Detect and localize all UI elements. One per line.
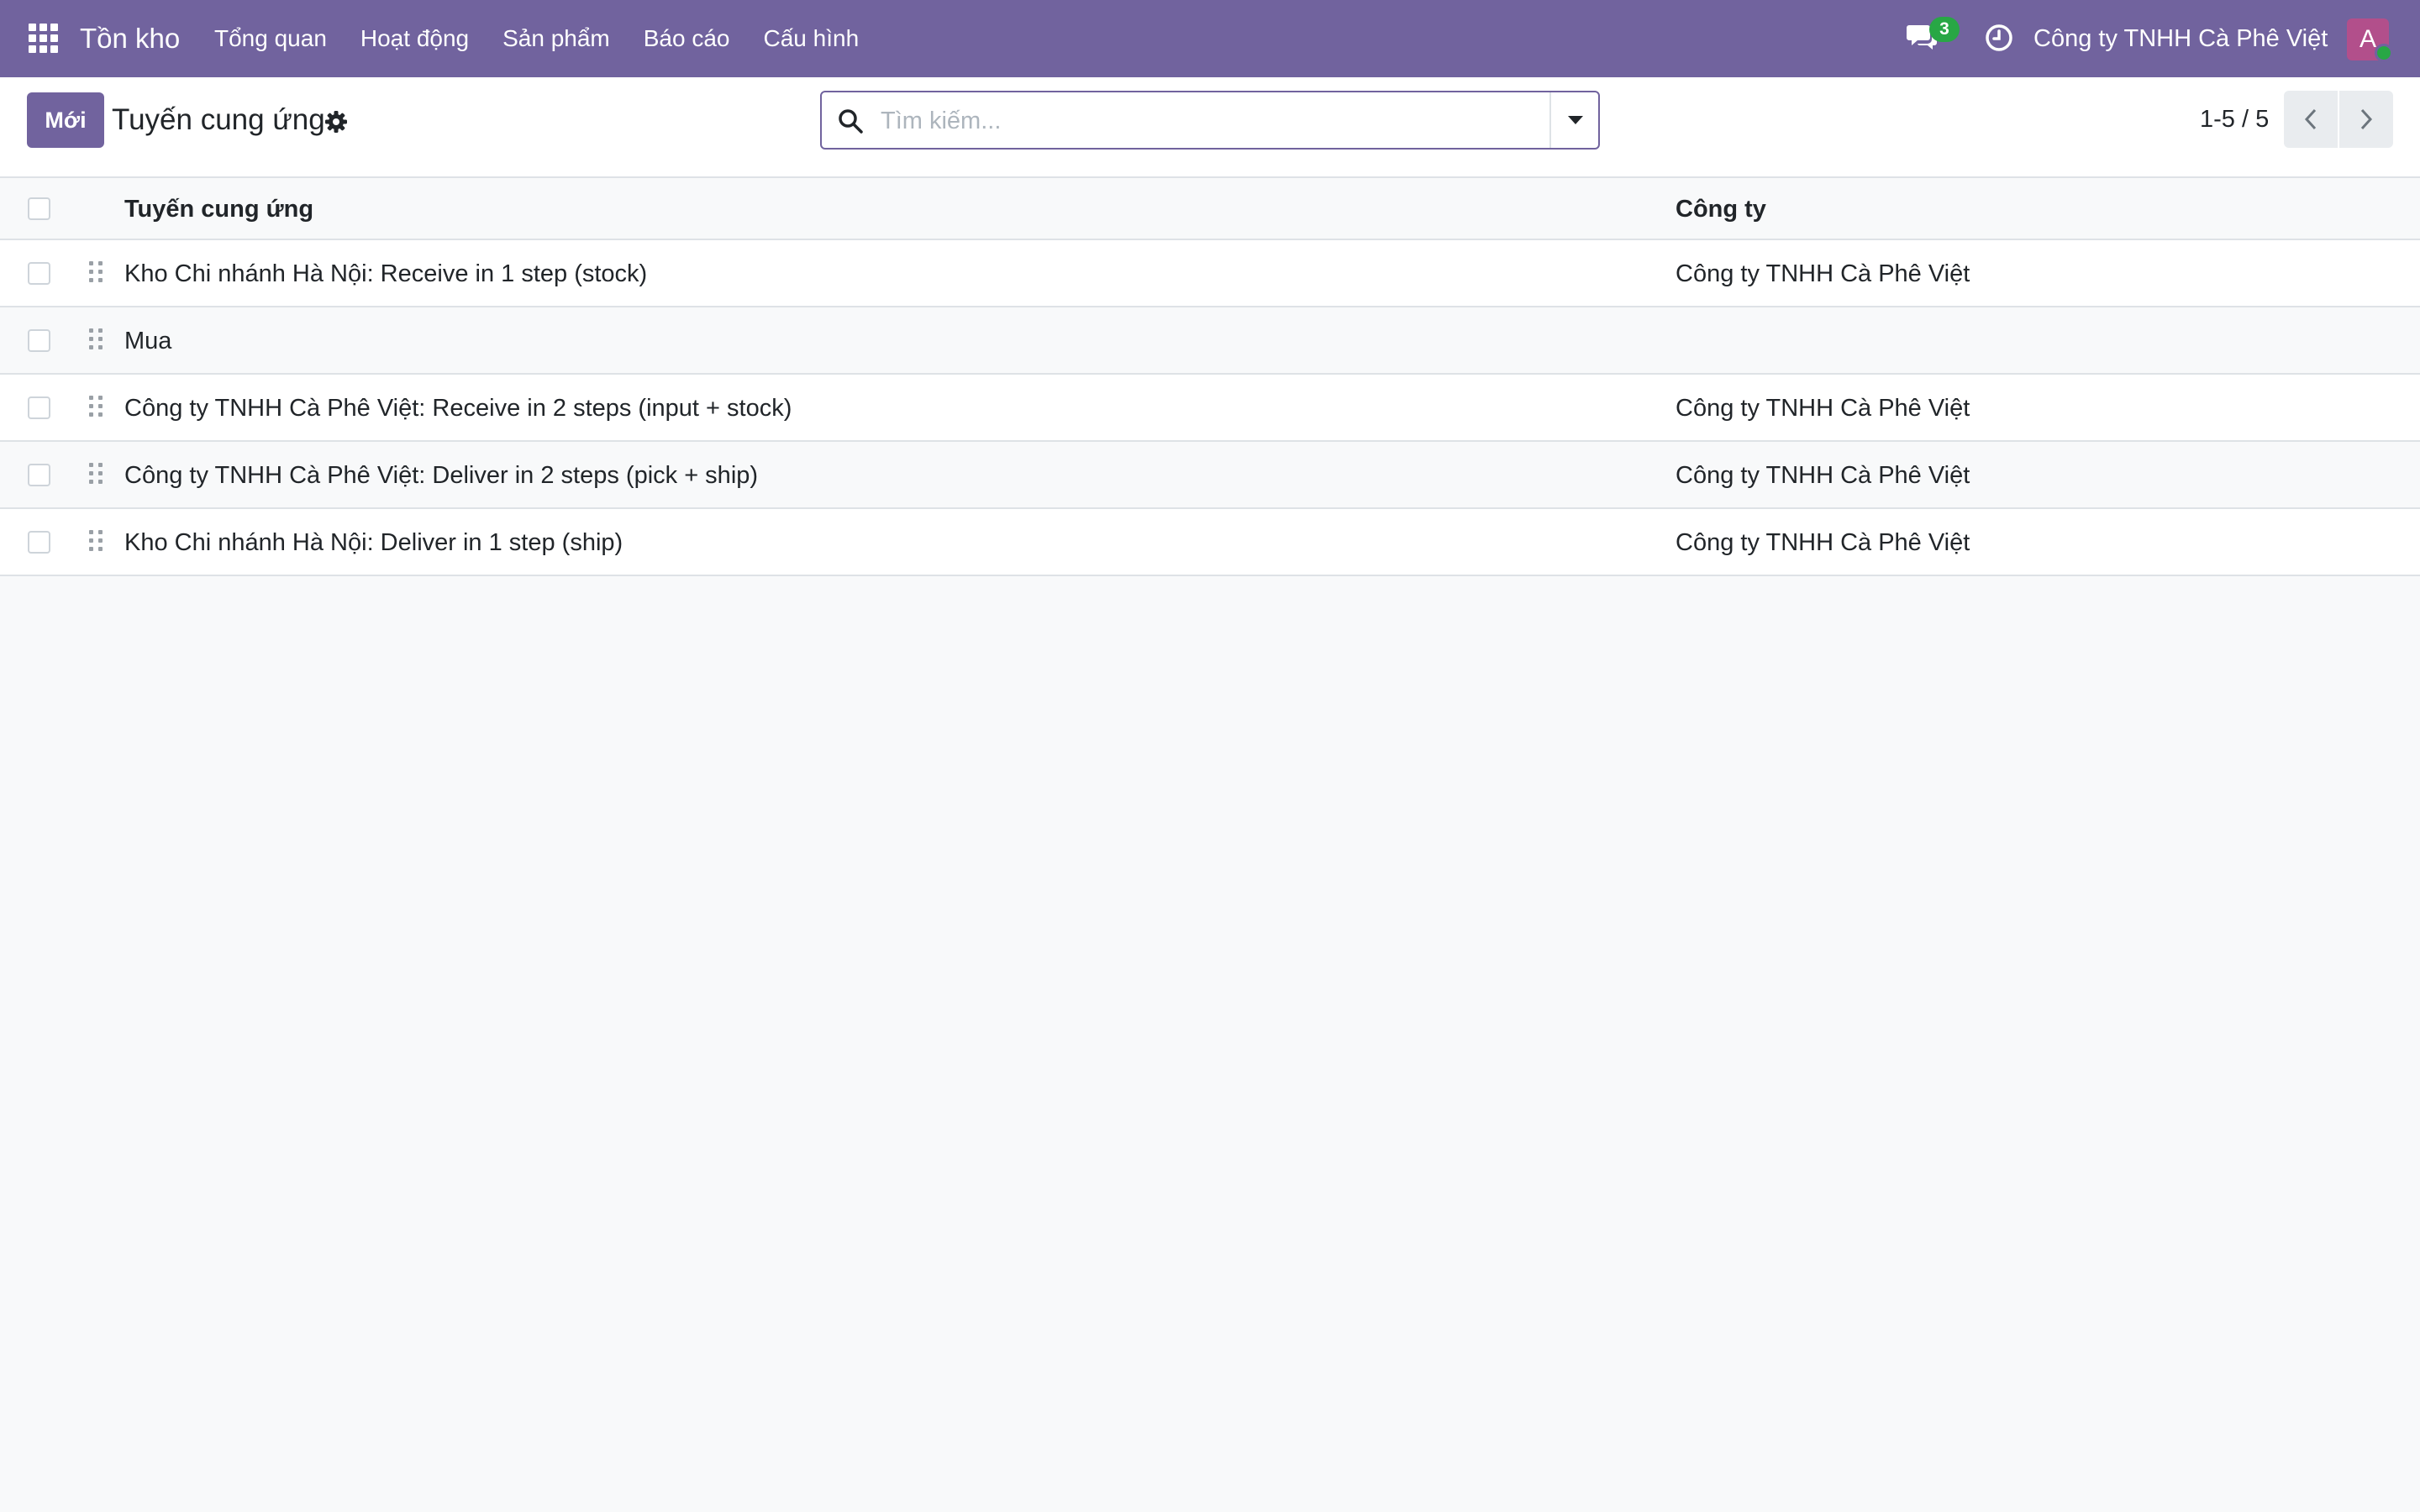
app-brand[interactable]: Tồn kho: [80, 20, 180, 57]
chevron-left-icon: [2304, 108, 2317, 130]
gear-icon[interactable]: [324, 109, 349, 134]
menu-item-overview[interactable]: Tổng quan: [214, 22, 327, 55]
drag-handle-icon[interactable]: [89, 396, 103, 421]
pager-previous-button[interactable]: [2284, 91, 2338, 148]
search-icon: [839, 109, 863, 134]
table-row[interactable]: Kho Chi nhánh Hà Nội: Receive in 1 step …: [0, 240, 2420, 307]
control-panel: Mới Tuyến cung ứng 1-5 / 5: [0, 77, 2420, 178]
menu-item-operations[interactable]: Hoạt động: [360, 22, 469, 55]
page-title[interactable]: Tuyến cung ứng: [112, 101, 325, 139]
menu-item-reporting[interactable]: Báo cáo: [644, 22, 730, 55]
company-cell: Công ty TNHH Cà Phê Việt: [1676, 529, 1970, 556]
row-checkbox[interactable]: [28, 396, 50, 419]
route-name-cell: Công ty TNHH Cà Phê Việt: Deliver in 2 s…: [124, 462, 759, 489]
search-input[interactable]: [881, 99, 1519, 143]
column-header-route[interactable]: Tuyến cung ứng: [124, 193, 313, 225]
company-switcher[interactable]: Công ty TNHH Cà Phê Việt: [2033, 22, 2328, 55]
menu-item-products[interactable]: Sản phẩm: [502, 22, 610, 55]
drag-handle-icon[interactable]: [89, 463, 103, 488]
search-box: [820, 91, 1600, 150]
routes-list-table: Tuyến cung ứng Công ty Kho Chi nhánh Hà …: [0, 178, 2420, 576]
company-cell: Công ty TNHH Cà Phê Việt: [1676, 395, 1970, 422]
table-header: Tuyến cung ứng Công ty: [0, 178, 2420, 240]
row-checkbox[interactable]: [28, 329, 50, 352]
route-name-cell: Mua: [124, 328, 172, 354]
drag-handle-icon[interactable]: [89, 328, 103, 354]
messages-count-badge: 3: [1929, 17, 1960, 42]
pager-value[interactable]: 1-5 / 5: [2200, 102, 2269, 136]
online-status-indicator: [2375, 44, 2393, 62]
company-cell: Công ty TNHH Cà Phê Việt: [1676, 260, 1970, 287]
search-options-toggle[interactable]: [1549, 92, 1598, 148]
pager-next-button[interactable]: [2339, 91, 2393, 148]
route-name-cell: Kho Chi nhánh Hà Nội: Deliver in 1 step …: [124, 529, 623, 556]
main-menu: Tổng quan Hoạt động Sản phẩm Báo cáo Cấu…: [214, 22, 892, 55]
apps-menu-icon[interactable]: [29, 24, 59, 54]
company-cell: Công ty TNHH Cà Phê Việt: [1676, 462, 1970, 489]
table-row[interactable]: Kho Chi nhánh Hà Nội: Deliver in 1 step …: [0, 509, 2420, 576]
route-name-cell: Công ty TNHH Cà Phê Việt: Receive in 2 s…: [124, 395, 792, 422]
row-checkbox[interactable]: [28, 262, 50, 285]
table-row[interactable]: Mua: [0, 307, 2420, 375]
menu-item-configuration[interactable]: Cấu hình: [764, 22, 860, 55]
new-button[interactable]: Mới: [27, 92, 104, 148]
select-all-checkbox[interactable]: [28, 197, 50, 220]
table-row[interactable]: Công ty TNHH Cà Phê Việt: Receive in 2 s…: [0, 375, 2420, 442]
drag-handle-icon[interactable]: [89, 530, 103, 555]
drag-handle-icon[interactable]: [89, 261, 103, 286]
top-navbar: Tồn kho Tổng quan Hoạt động Sản phẩm Báo…: [0, 0, 2420, 77]
chevron-right-icon: [2360, 108, 2373, 130]
route-name-cell: Kho Chi nhánh Hà Nội: Receive in 1 step …: [124, 260, 648, 287]
column-header-company[interactable]: Công ty: [1676, 193, 1766, 225]
row-checkbox[interactable]: [28, 464, 50, 486]
activity-clock-icon[interactable]: [1985, 24, 2013, 52]
table-row[interactable]: Công ty TNHH Cà Phê Việt: Deliver in 2 s…: [0, 442, 2420, 509]
row-checkbox[interactable]: [28, 531, 50, 554]
caret-down-icon: [1568, 116, 1583, 124]
